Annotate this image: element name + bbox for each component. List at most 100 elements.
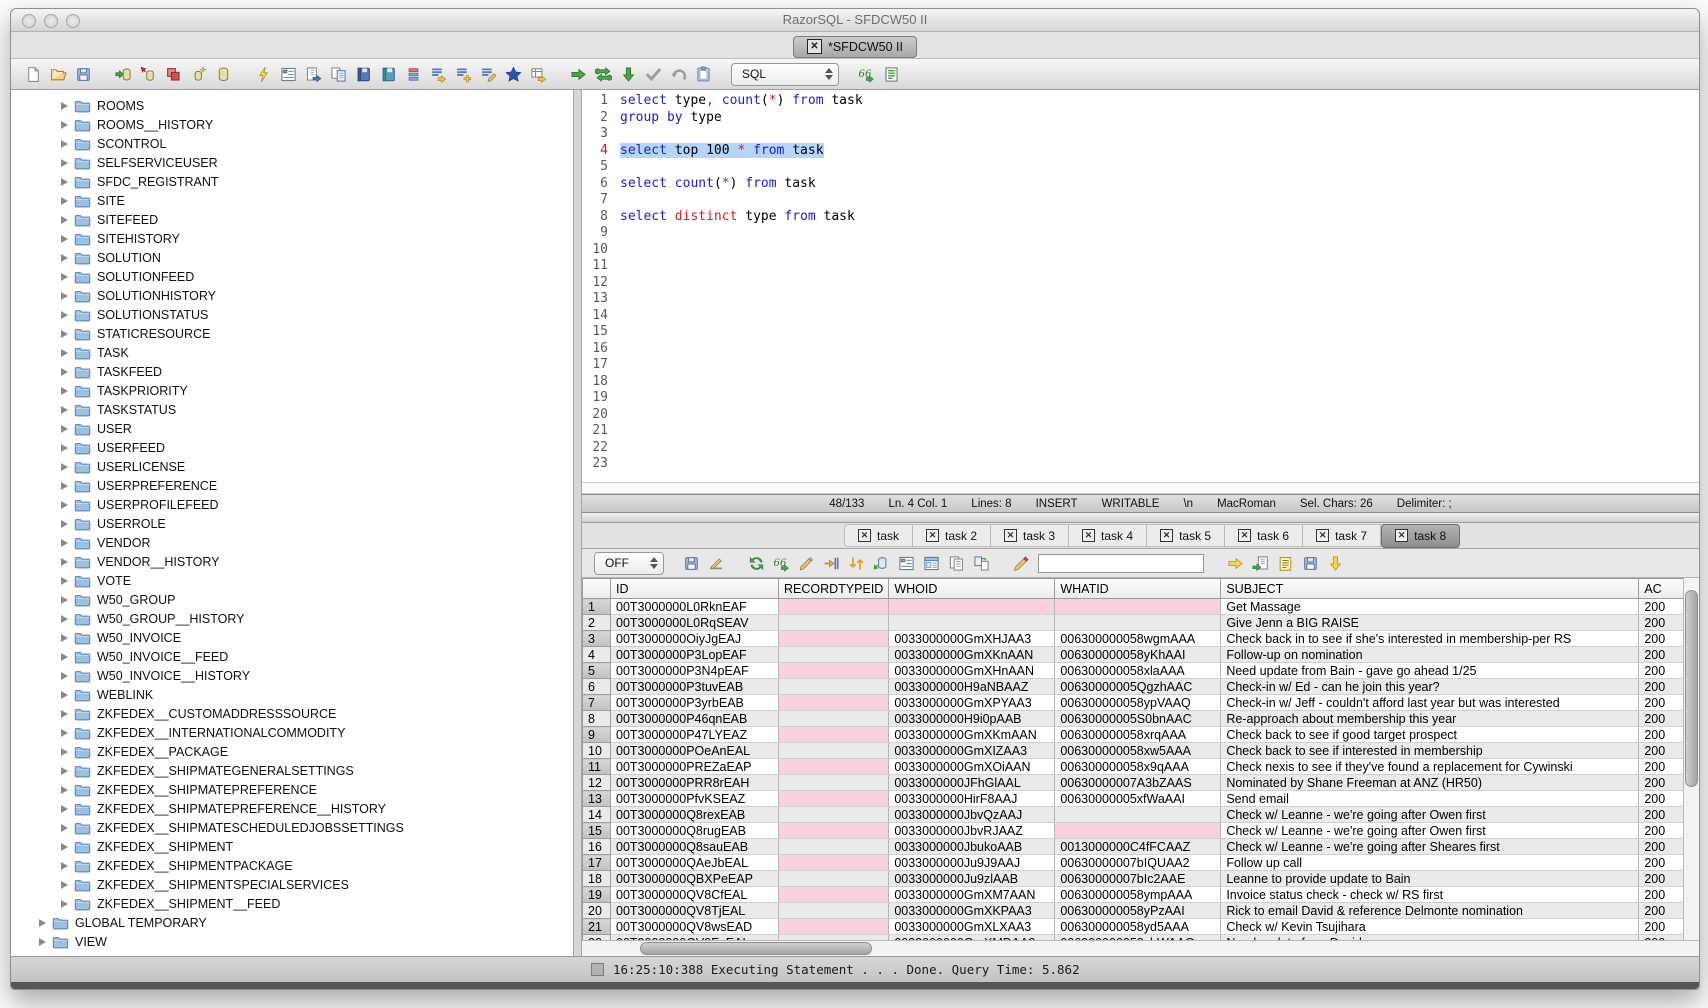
row-number-cell[interactable]: 16 [583,839,611,855]
grid-view-button[interactable] [894,551,919,576]
code-line[interactable] [620,291,1699,308]
table-row[interactable]: 1200T3000000PRR8rEAH0033000000JFhGlAAL00… [583,775,1685,791]
row-number-cell[interactable]: 2 [583,615,611,631]
table-cell[interactable]: 0033000000GmXLXAA3 [889,919,1055,935]
download-button[interactable] [1323,551,1348,576]
table-cell[interactable]: 00T3000000QBXPeEAP [611,871,779,887]
execute-all-button[interactable] [591,62,616,87]
compare-docs-button[interactable] [326,62,351,87]
filter-results-button[interactable] [704,551,729,576]
table-cell[interactable]: 00T3000000P47LYEAZ [611,727,779,743]
table-cell[interactable]: 00T3000000PREZaEAP [611,759,779,775]
table-cell[interactable] [1055,823,1221,839]
results-tab-task-5[interactable]: ✕task 5 [1147,525,1225,546]
table-cell[interactable] [779,855,889,871]
table-cell[interactable]: 200 [1639,647,1685,663]
table-cell[interactable]: 200 [1639,615,1685,631]
disclosure-triangle-icon[interactable] [61,900,68,908]
rollback-button[interactable] [666,62,691,87]
table-cell[interactable]: 0033000000JFhGlAAL [889,775,1055,791]
table-cell[interactable]: 200 [1639,871,1685,887]
disclosure-triangle-icon[interactable] [61,235,68,243]
execute-statement-button[interactable] [566,62,591,87]
highlight-button[interactable] [1009,551,1034,576]
disclosure-triangle-icon[interactable] [61,843,68,851]
tree-item[interactable]: VIEW [11,932,573,951]
table-cell[interactable]: 200 [1639,823,1685,839]
connect-button[interactable] [111,62,136,87]
disclosure-triangle-icon[interactable] [61,539,68,547]
disclosure-triangle-icon[interactable] [61,178,68,186]
table-cell[interactable]: 00T3000000P3LopEAF [611,647,779,663]
disclosure-triangle-icon[interactable] [39,938,46,946]
table-cell[interactable]: Check w/ Kevin Tsujihara [1221,919,1639,935]
close-tab-icon[interactable]: ✕ [1160,529,1173,542]
row-number-cell[interactable]: 10 [583,743,611,759]
close-tab-icon[interactable]: ✕ [1004,529,1017,542]
disclosure-triangle-icon[interactable] [61,102,68,110]
table-cell[interactable]: Invoice status check - check w/ RS first [1221,887,1639,903]
table-cell[interactable]: 0033000000GmXKmAAN [889,727,1055,743]
tree-item[interactable]: USERROLE [11,514,573,533]
tree-item[interactable]: VENDOR [11,533,573,552]
table-row[interactable]: 1800T3000000QBXPeEAP0033000000Ju9zlAAB00… [583,871,1685,887]
tree-item[interactable]: ROOMS [11,96,573,115]
table-cell[interactable]: 200 [1639,743,1685,759]
table-cell[interactable]: Get Massage [1221,599,1639,615]
table-cell[interactable]: 00T3000000QV8wsEAD [611,919,779,935]
table-cell[interactable]: Nominated by Shane Freeman at ANZ (HR50) [1221,775,1639,791]
table-cell[interactable]: 006300000058ympAAA [1055,887,1221,903]
table-cell[interactable]: 006300000058yd5AAA [1055,919,1221,935]
table-cell[interactable]: 200 [1639,663,1685,679]
disclosure-triangle-icon[interactable] [61,311,68,319]
find-replace-button[interactable]: 66 [854,62,879,87]
tree-item[interactable]: ZKFEDEX__SHIPMATEPREFERENCE__HISTORY [11,799,573,818]
close-connection-tab-icon[interactable]: ✕ [807,39,822,54]
tree-item[interactable]: SFDC_REGISTRANT [11,172,573,191]
code-line[interactable] [620,159,1699,176]
table-cell[interactable]: Check back to see if good target prospec… [1221,727,1639,743]
table-cell[interactable]: Follow-up on nomination [1221,647,1639,663]
tree-item[interactable]: W50_GROUP__HISTORY [11,609,573,628]
code-line[interactable] [620,126,1699,143]
table-cell[interactable] [779,599,889,615]
export-data-button[interactable] [301,62,326,87]
table-cell[interactable]: 00T3000000Q8rexEAB [611,807,779,823]
table-cell[interactable]: 200 [1639,759,1685,775]
disclosure-triangle-icon[interactable] [61,862,68,870]
tree-item[interactable]: GLOBAL TEMPORARY [11,913,573,932]
row-number-cell[interactable]: 8 [583,711,611,727]
table-cell[interactable]: 006300000058yKhAAI [1055,647,1221,663]
sort-rows-button[interactable] [844,551,869,576]
tree-item[interactable]: ROOMS__HISTORY [11,115,573,134]
table-cell[interactable]: 0033000000H9i0pAAB [889,711,1055,727]
describe-table-button[interactable] [401,62,426,87]
disclosure-triangle-icon[interactable] [61,634,68,642]
table-cell[interactable]: Check w/ Leanne - we're going after Owen… [1221,807,1639,823]
table-cell[interactable]: 0033000000JbvQzAAJ [889,807,1055,823]
table-cell[interactable]: 0033000000HirF8AAJ [889,791,1055,807]
disclosure-triangle-icon[interactable] [61,691,68,699]
table-cell[interactable]: 00T3000000OiyJgEAJ [611,631,779,647]
table-row[interactable]: 700T3000000P3yrbEAB0033000000GmXPYAA3006… [583,695,1685,711]
table-cell[interactable]: 00T3000000P46qnEAB [611,711,779,727]
tree-item[interactable]: SITE [11,191,573,210]
disclosure-triangle-icon[interactable] [39,919,46,927]
vscrollbar-thumb[interactable] [1685,590,1698,787]
tree-item[interactable]: VOTE [11,571,573,590]
table-cell[interactable]: 200 [1639,791,1685,807]
code-line[interactable]: group by type [620,110,1699,127]
results-tab-task[interactable]: ✕task [845,525,913,546]
table-cell[interactable]: 200 [1639,775,1685,791]
table-cell[interactable]: 006300000058x9qAAA [1055,759,1221,775]
disclosure-triangle-icon[interactable] [61,463,68,471]
code-line[interactable]: select type, count(*) from task [620,93,1699,110]
row-number-cell[interactable]: 5 [583,663,611,679]
new-file-button[interactable] [21,62,46,87]
disclosure-triangle-icon[interactable] [61,748,68,756]
code-line[interactable] [620,423,1699,440]
code-line[interactable] [620,225,1699,242]
tree-item[interactable]: W50_INVOICE__HISTORY [11,666,573,685]
table-cell[interactable] [779,839,889,855]
disclosure-triangle-icon[interactable] [61,596,68,604]
